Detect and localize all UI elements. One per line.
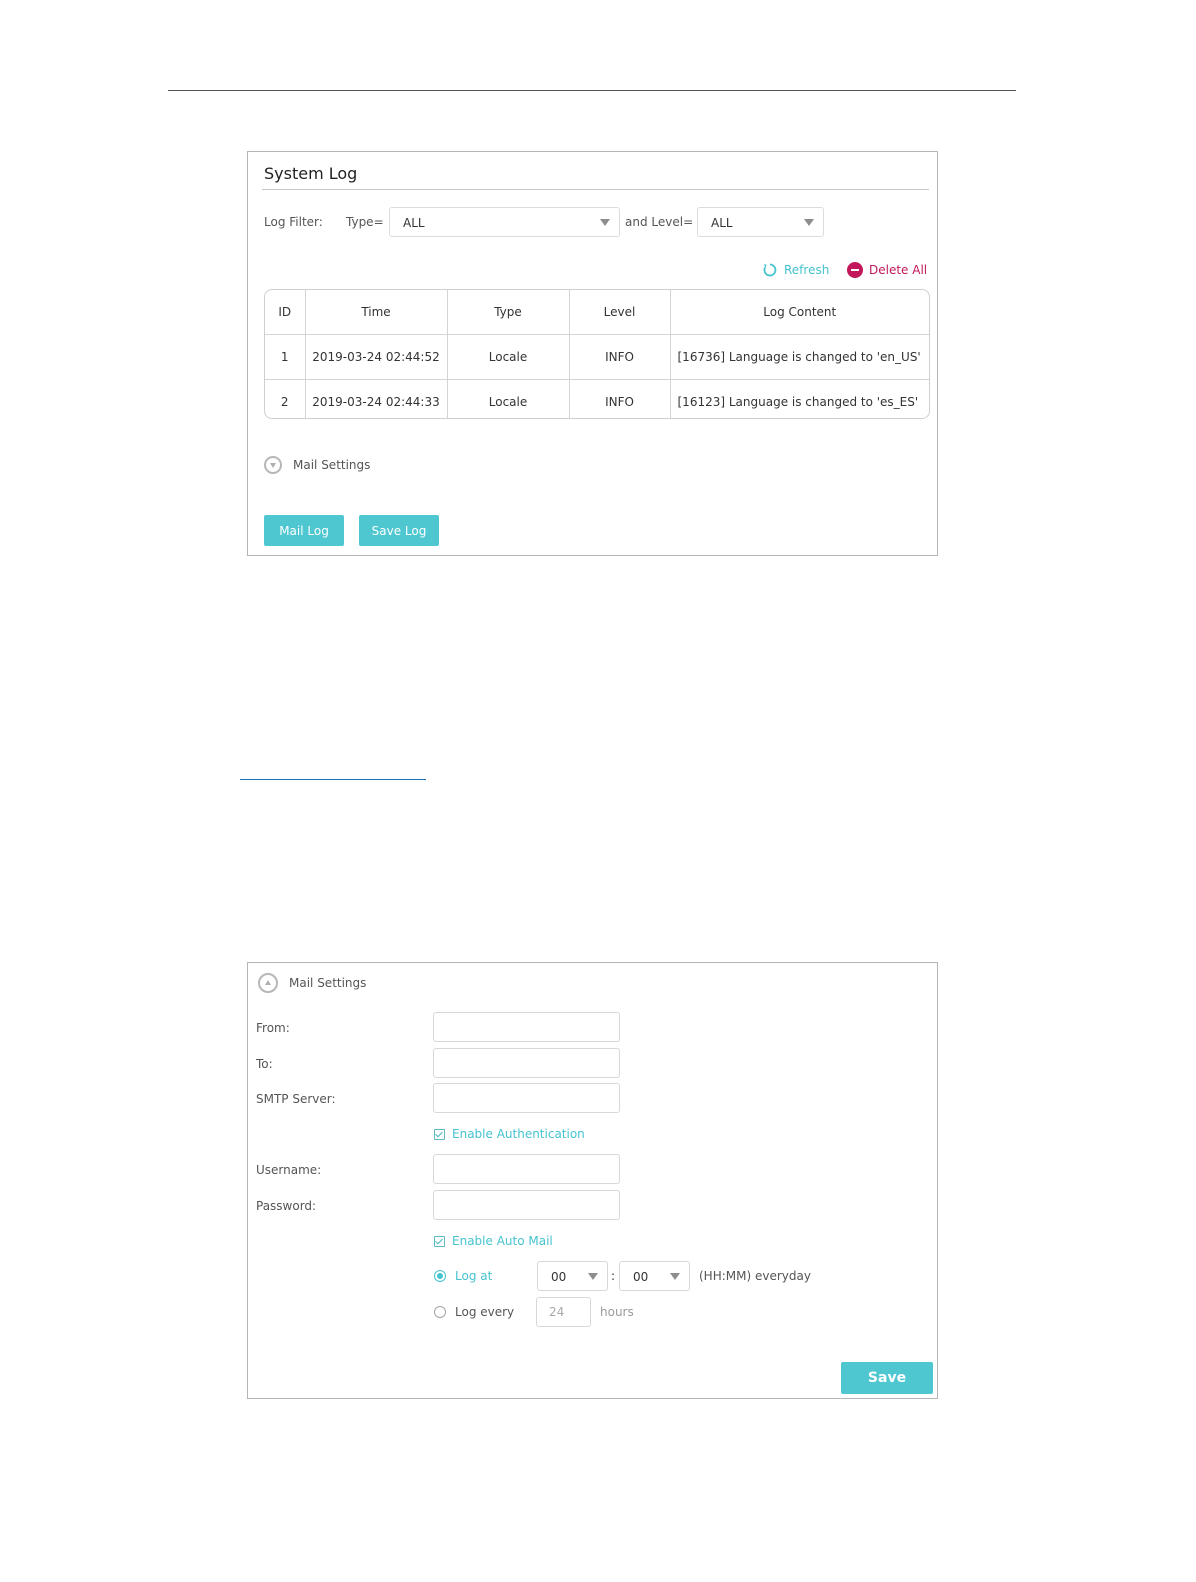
refresh-button[interactable]: Refresh (762, 262, 829, 278)
username-label: Username: (256, 1163, 322, 1177)
type-filter-select[interactable]: ALL (389, 207, 620, 237)
password-label: Password: (256, 1199, 317, 1213)
username-input[interactable] (433, 1154, 620, 1184)
chevron-down-icon (588, 1273, 598, 1280)
mail-settings-toggle-label: Mail Settings (293, 458, 371, 472)
radio-unselected-icon (434, 1306, 446, 1318)
column-header-time: Time (305, 290, 448, 335)
type-filter-label: Type= (346, 215, 384, 229)
cell-time: 2019-03-24 02:44:52 (305, 334, 448, 380)
level-filter-select[interactable]: ALL (697, 207, 824, 237)
column-header-type: Type (447, 290, 570, 335)
log-every-label: Log every (455, 1305, 515, 1319)
mail-settings-expand-toggle[interactable]: Mail Settings (264, 456, 370, 474)
cell-id: 1 (265, 334, 306, 380)
smtp-server-label: SMTP Server: (256, 1092, 336, 1106)
cell-type: Locale (447, 334, 570, 380)
panel-title: System Log (264, 164, 358, 183)
smtp-server-input[interactable] (433, 1083, 620, 1113)
log-at-label: Log at (455, 1269, 493, 1283)
cell-id: 2 (265, 379, 306, 418)
collapse-up-icon (258, 973, 278, 993)
column-header-id: ID (265, 290, 306, 335)
link-underline (240, 779, 426, 780)
cell-level: INFO (569, 334, 671, 380)
save-log-button[interactable]: Save Log (359, 515, 439, 546)
log-minute-value: 00 (633, 1270, 649, 1284)
chevron-down-icon (804, 219, 814, 226)
to-input[interactable] (433, 1048, 620, 1078)
type-filter-value: ALL (403, 216, 425, 230)
page-header-rule (168, 90, 1016, 91)
log-at-suffix: (HH:MM) everyday (699, 1269, 811, 1283)
to-label: To: (256, 1057, 273, 1071)
system-log-panel: System Log Log Filter: Type= ALL and Lev… (247, 151, 938, 556)
title-divider (262, 189, 929, 190)
radio-selected-icon (434, 1270, 446, 1282)
enable-authentication-label: Enable Authentication (452, 1127, 585, 1141)
table-row: 2 2019-03-24 02:44:33 Locale INFO [16123… (265, 379, 929, 418)
mail-settings-collapse-toggle[interactable]: Mail Settings (258, 973, 366, 993)
column-header-level: Level (569, 290, 671, 335)
cell-time: 2019-03-24 02:44:33 (305, 379, 448, 418)
delete-all-button[interactable]: Delete All (847, 262, 927, 278)
column-header-log-content: Log Content (670, 290, 929, 335)
refresh-label: Refresh (784, 263, 830, 277)
time-separator: : (611, 1269, 616, 1283)
save-button[interactable]: Save (841, 1362, 933, 1394)
checkbox-checked-icon (434, 1128, 445, 1140)
enable-auto-mail-checkbox[interactable]: Enable Auto Mail (434, 1234, 553, 1248)
refresh-icon (763, 263, 777, 277)
log-filter-label: Log Filter: (264, 215, 323, 229)
expand-down-icon (264, 456, 282, 474)
log-every-hours-input[interactable] (536, 1297, 591, 1327)
mail-settings-title: Mail Settings (289, 976, 367, 990)
cell-level: INFO (569, 379, 671, 418)
mail-settings-panel: Mail Settings From: To: SMTP Server: Ena… (247, 962, 938, 1399)
cell-log-content: [16123] Language is changed to 'es_ES' (677, 395, 919, 409)
delete-icon (847, 262, 863, 278)
chevron-down-icon (670, 1273, 680, 1280)
log-every-radio[interactable]: Log every (434, 1305, 514, 1319)
mail-log-button[interactable]: Mail Log (264, 515, 344, 546)
from-label: From: (256, 1021, 290, 1035)
log-at-radio[interactable]: Log at (434, 1269, 492, 1283)
chevron-down-icon (600, 219, 610, 226)
level-filter-value: ALL (711, 216, 733, 230)
log-hour-select[interactable]: 00 (537, 1261, 608, 1291)
log-table-container: ID Time Type Level Log Content 1 2019-03… (264, 289, 930, 419)
password-input[interactable] (433, 1190, 620, 1220)
checkbox-checked-icon (434, 1235, 445, 1247)
hours-suffix: hours (600, 1305, 634, 1319)
table-header-row: ID Time Type Level Log Content (265, 290, 929, 335)
log-minute-select[interactable]: 00 (619, 1261, 690, 1291)
level-filter-label: and Level= (625, 215, 694, 229)
from-input[interactable] (433, 1012, 620, 1042)
table-row: 1 2019-03-24 02:44:52 Locale INFO [16736… (265, 334, 929, 380)
log-table: ID Time Type Level Log Content 1 2019-03… (265, 290, 929, 418)
cell-log-content: [16736] Language is changed to 'en_US' (670, 334, 929, 380)
log-hour-value: 00 (551, 1270, 567, 1284)
cell-type: Locale (447, 379, 570, 418)
enable-authentication-checkbox[interactable]: Enable Authentication (434, 1127, 585, 1141)
enable-auto-mail-label: Enable Auto Mail (452, 1234, 553, 1248)
delete-all-label: Delete All (869, 263, 928, 277)
